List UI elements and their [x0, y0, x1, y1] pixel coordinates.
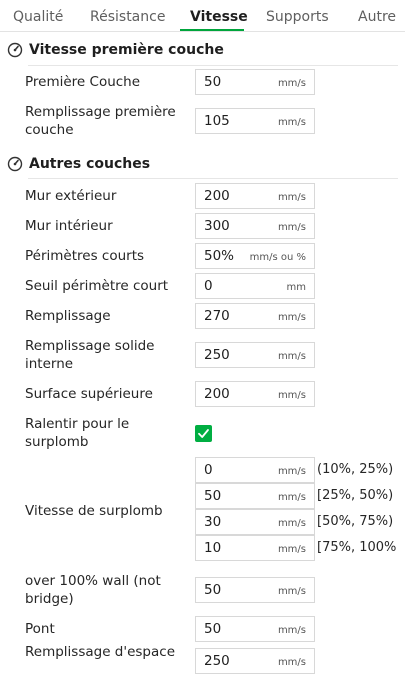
slow-down-overhang-label: Ralentir pour le surplomb	[25, 416, 130, 450]
short-perimeter-threshold-input[interactable]: 0 mm	[195, 273, 315, 299]
overhang-speed-label: Vitesse de surplomb	[25, 503, 163, 519]
tab-other[interactable]: Autre	[358, 9, 396, 25]
over-100-wall-speed-input[interactable]: 50 mm/s	[195, 577, 315, 603]
short-perimeter-threshold-label: Seuil périmètre court	[25, 278, 169, 294]
bridge-label: Pont	[25, 621, 55, 637]
first-layer-infill-label: Remplissage première couche	[25, 104, 176, 138]
overhang-speed-input-2[interactable]: 50 mm/s	[195, 483, 315, 509]
internal-solid-infill-speed-input[interactable]: 250 mm/s	[195, 342, 315, 368]
overhang-range-1: (10%, 25%)	[317, 462, 394, 477]
top-surface-label: Surface supérieure	[25, 386, 153, 402]
top-surface-speed-input[interactable]: 200 mm/s	[195, 381, 315, 407]
short-perimeters-speed-input[interactable]: 50% mm/s ou %	[195, 243, 315, 269]
inner-wall-speed-input[interactable]: 300 mm/s	[195, 213, 315, 239]
infill-label: Remplissage	[25, 308, 111, 324]
outer-wall-label: Mur extérieur	[25, 188, 117, 204]
section-divider	[28, 65, 398, 66]
overhang-range-2: [25%, 50%)	[317, 488, 394, 503]
gap-infill-speed-input[interactable]: 250 mm/s	[195, 648, 315, 674]
infill-speed-input[interactable]: 270 mm/s	[195, 303, 315, 329]
section-divider	[28, 178, 398, 179]
bridge-speed-input[interactable]: 50 mm/s	[195, 616, 315, 642]
gap-infill-label: Remplissage d'espace	[25, 644, 175, 660]
tab-bar-divider	[0, 31, 405, 32]
inner-wall-label: Mur intérieur	[25, 218, 113, 234]
first-layer-speed-input[interactable]: 50 mm/s	[195, 69, 315, 95]
outer-wall-speed-input[interactable]: 200 mm/s	[195, 183, 315, 209]
tab-quality[interactable]: Qualité	[13, 9, 63, 25]
overhang-range-4: [75%, 100%	[317, 540, 397, 555]
tab-strength[interactable]: Résistance	[90, 9, 165, 25]
over-100-wall-label: over 100% wall (not bridge)	[25, 573, 161, 607]
tab-supports[interactable]: Supports	[266, 9, 329, 25]
tab-speed[interactable]: Vitesse	[190, 9, 248, 25]
overhang-speed-input-3[interactable]: 30 mm/s	[195, 509, 315, 535]
speedometer-icon	[7, 42, 23, 58]
short-perimeters-label: Périmètres courts	[25, 248, 145, 264]
overhang-speed-input-4[interactable]: 10 mm/s	[195, 535, 315, 561]
slow-down-overhang-checkbox[interactable]	[195, 425, 212, 442]
overhang-speed-input-1[interactable]: 0 mm/s	[195, 457, 315, 483]
first-layer-label: Première Couche	[25, 74, 141, 90]
first-layer-infill-speed-input[interactable]: 105 mm/s	[195, 108, 315, 134]
section-first-layer-title: Vitesse première couche	[7, 40, 224, 60]
internal-solid-infill-label: Remplissage solide interne	[25, 338, 155, 372]
overhang-range-3: [50%, 75%)	[317, 514, 394, 529]
section-other-layers-title: Autres couches	[7, 154, 150, 174]
checkmark-icon	[198, 429, 209, 438]
tab-bar: Qualité Résistance Vitesse Supports Autr…	[0, 0, 405, 34]
speedometer-icon	[7, 156, 23, 172]
